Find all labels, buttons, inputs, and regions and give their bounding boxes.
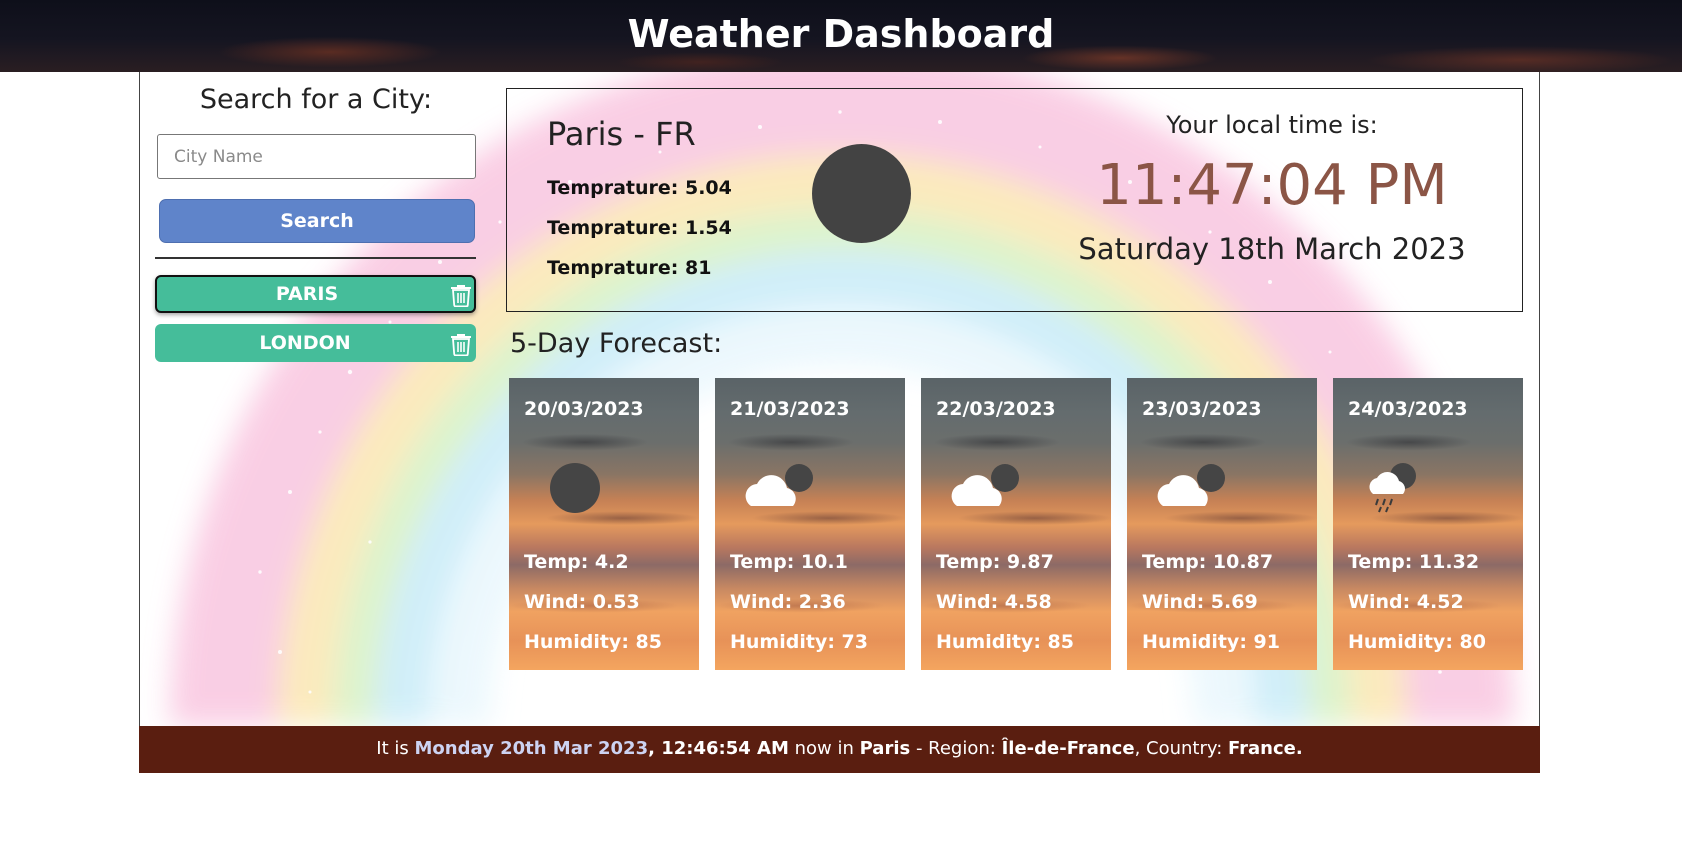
- cloud-night-icon: [745, 464, 813, 506]
- footer-now-in: now in: [788, 738, 860, 759]
- forecast-date: 23/03/2023: [1142, 398, 1262, 420]
- forecast-temp: Temp: 9.87: [936, 551, 1054, 573]
- forecast-humidity: Humidity: 85: [936, 631, 1074, 653]
- forecast-card: 24/03/2023 Temp: 11.32 Wind: 4.52 Humidi…: [1333, 378, 1523, 670]
- forecast-temp: Temp: 4.2: [524, 551, 629, 573]
- current-humidity: Temprature: 81: [547, 257, 712, 279]
- forecast-humidity: Humidity: 80: [1348, 631, 1486, 653]
- page-title: Weather Dashboard: [627, 12, 1055, 56]
- main-container: Search for a City: Search PARIS LONDON P…: [139, 72, 1540, 726]
- forecast-date: 22/03/2023: [936, 398, 1056, 420]
- forecast-temp: Temp: 11.32: [1348, 551, 1480, 573]
- forecast-temp: Temp: 10.1: [730, 551, 848, 573]
- trash-icon[interactable]: [450, 332, 472, 356]
- city-history-label: LONDON: [259, 332, 351, 354]
- city-search-input[interactable]: [157, 134, 476, 179]
- footer-comma: ,: [648, 738, 662, 759]
- local-clock: 11:47:04 PM: [1096, 153, 1448, 218]
- forecast-wind: Wind: 5.69: [1142, 591, 1258, 613]
- forecast-card: 20/03/2023 Temp: 4.2 Wind: 0.53 Humidity…: [509, 378, 699, 670]
- forecast-humidity: Humidity: 91: [1142, 631, 1280, 653]
- current-wind: Temprature: 1.54: [547, 217, 732, 239]
- current-temperature: Temprature: 5.04: [547, 177, 732, 199]
- forecast-heading: 5-Day Forecast:: [510, 328, 723, 359]
- local-date: Saturday 18th March 2023: [1078, 232, 1466, 266]
- footer-country-label: , Country:: [1134, 738, 1228, 759]
- footer-status: It is Monday 20th Mar 2023, 12:46:54 AM …: [139, 726, 1540, 773]
- trash-icon[interactable]: [450, 283, 472, 307]
- forecast-temp: Temp: 10.87: [1142, 551, 1274, 573]
- forecast-card: 23/03/2023 Temp: 10.87 Wind: 5.69 Humidi…: [1127, 378, 1317, 670]
- forecast-wind: Wind: 2.36: [730, 591, 846, 613]
- forecast-date: 24/03/2023: [1348, 398, 1468, 420]
- sidebar-divider: [155, 257, 476, 259]
- city-history-button-paris[interactable]: PARIS: [155, 275, 476, 313]
- search-heading: Search for a City:: [199, 84, 433, 115]
- current-weather-card: Paris - FR Temprature: 5.04 Temprature: …: [506, 88, 1523, 312]
- current-city-title: Paris - FR: [547, 115, 696, 153]
- footer-region-label: - Region:: [910, 738, 1002, 759]
- footer-time: 12:46:54 AM: [661, 738, 789, 759]
- forecast-humidity: Humidity: 73: [730, 631, 868, 653]
- forecast-wind: Wind: 4.52: [1348, 591, 1464, 613]
- footer-city: Paris: [859, 738, 911, 759]
- search-button[interactable]: Search: [159, 199, 475, 243]
- forecast-date: 21/03/2023: [730, 398, 850, 420]
- page-header: Weather Dashboard: [0, 0, 1682, 72]
- forecast-wind: Wind: 0.53: [524, 591, 640, 613]
- forecast-humidity: Humidity: 85: [524, 631, 662, 653]
- footer-date: Monday 20th Mar 2023: [414, 738, 649, 759]
- local-time-label: Your local time is:: [1166, 111, 1378, 139]
- city-history-label: PARIS: [275, 283, 339, 305]
- forecast-card: 22/03/2023 Temp: 9.87 Wind: 4.58 Humidit…: [921, 378, 1111, 670]
- footer-country: France.: [1228, 738, 1303, 759]
- city-history-button-london[interactable]: LONDON: [155, 324, 476, 362]
- cloud-night-icon: [951, 464, 1019, 506]
- footer-prefix: It is: [376, 738, 415, 759]
- moon-icon: [812, 144, 911, 243]
- forecast-date: 20/03/2023: [524, 398, 644, 420]
- forecast-wind: Wind: 4.58: [936, 591, 1052, 613]
- forecast-card: 21/03/2023 Temp: 10.1 Wind: 2.36 Humidit…: [715, 378, 905, 670]
- rain-cloud-night-icon: [1369, 463, 1416, 513]
- cloud-night-icon: [1157, 464, 1225, 506]
- moon-icon: [550, 463, 600, 513]
- footer-region: Île-de-France: [1001, 738, 1135, 759]
